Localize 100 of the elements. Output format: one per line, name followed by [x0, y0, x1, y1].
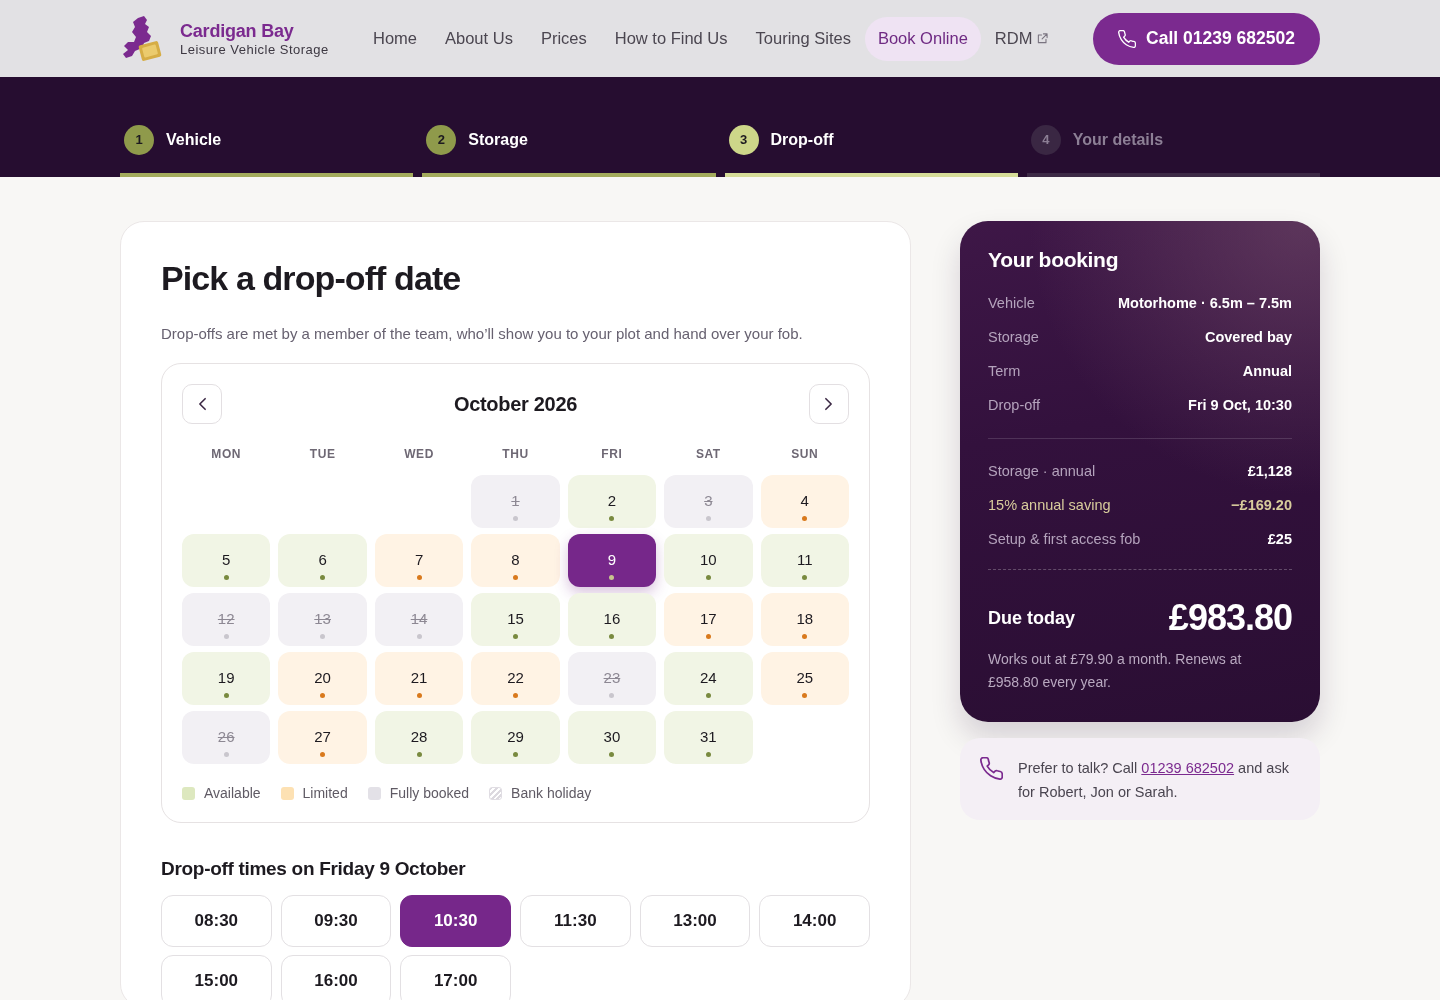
- time-slot-button[interactable]: 08:30: [161, 895, 272, 947]
- phone-link[interactable]: 01239 682502: [1141, 760, 1235, 776]
- calendar-day[interactable]: 15: [471, 593, 560, 646]
- status-dot-icon: [609, 752, 615, 757]
- nav-link[interactable]: How to Find Us: [600, 16, 742, 61]
- price-value: £25: [1267, 530, 1292, 549]
- calendar-day[interactable]: 10: [664, 534, 753, 587]
- status-dot-icon: [416, 693, 422, 698]
- status-dot-icon: [513, 575, 518, 580]
- weekday-label: THU: [502, 447, 529, 461]
- calendar-day[interactable]: 19: [182, 652, 271, 705]
- weekday-label: TUE: [309, 447, 336, 461]
- status-dot-icon: [416, 575, 422, 580]
- status-dot-icon: [320, 752, 326, 757]
- calendar-day[interactable]: 6: [278, 534, 367, 587]
- nav-link[interactable]: Prices: [526, 16, 601, 61]
- calendar-day[interactable]: 7: [374, 534, 464, 587]
- calendar-day[interactable]: 4: [760, 475, 849, 528]
- weekday-label: MON: [211, 447, 242, 461]
- price-value: £1,128: [1247, 462, 1292, 481]
- status-dot-icon: [416, 752, 422, 757]
- time-slot-button[interactable]: 13:00: [639, 895, 751, 947]
- external-link-icon: [1037, 33, 1049, 44]
- status-dot-icon: [513, 693, 518, 698]
- phone-icon: [1118, 29, 1137, 48]
- time-slot-button[interactable]: 10:30: [400, 895, 511, 947]
- calendar-day[interactable]: 29: [471, 711, 560, 764]
- previous-month-button[interactable]: [182, 384, 222, 424]
- due-amount: £983.80: [1168, 596, 1292, 640]
- status-dot-icon: [609, 516, 615, 521]
- calendar-day[interactable]: 24: [664, 652, 753, 705]
- calendar-day[interactable]: 16: [567, 593, 657, 646]
- nav-link[interactable]: Book Online: [864, 16, 981, 61]
- calendar-day[interactable]: 31: [664, 711, 753, 764]
- calendar-day[interactable]: 20: [278, 652, 367, 705]
- brand-name: Cardigan Bay: [180, 19, 295, 42]
- price-label: Setup & first access fob: [988, 530, 1141, 549]
- swatch-icon: [182, 786, 195, 800]
- calendar-day[interactable]: 21: [374, 652, 464, 705]
- calendar-day[interactable]: 22: [471, 652, 560, 705]
- time-slot-button[interactable]: 09:30: [280, 895, 392, 947]
- step-number: 1: [124, 125, 154, 155]
- detail-value: Annual: [1242, 362, 1292, 381]
- time-slot-button[interactable]: 16:00: [280, 955, 392, 1000]
- nav-link[interactable]: RDM: [980, 16, 1063, 61]
- time-slot-button[interactable]: 17:00: [400, 955, 511, 1000]
- weekday-label: SUN: [791, 447, 819, 461]
- calendar-day[interactable]: 25: [760, 652, 849, 705]
- brand-tagline: Leisure Vehicle Storage: [180, 41, 329, 58]
- status-dot-icon: [513, 634, 518, 639]
- status-dot-icon: [223, 693, 229, 698]
- calendar-day[interactable]: 2: [567, 475, 657, 528]
- status-dot-icon: [416, 634, 422, 639]
- step-label: Drop-off: [770, 130, 834, 150]
- step-number: 3: [728, 125, 759, 155]
- legend-label: Limited: [302, 784, 348, 802]
- chevron-left-icon: [198, 398, 206, 410]
- next-month-button[interactable]: [809, 384, 849, 424]
- time-slot-button[interactable]: 14:00: [759, 895, 870, 947]
- calendar-day[interactable]: 9: [567, 534, 657, 587]
- status-dot-icon: [802, 516, 808, 521]
- call-button[interactable]: Call 01239 682502: [1093, 12, 1320, 65]
- calendar-day[interactable]: 17: [664, 593, 753, 646]
- status-dot-icon: [705, 516, 711, 521]
- price-label: 15% annual saving: [988, 496, 1111, 515]
- hatched-swatch-icon: [489, 786, 503, 800]
- step-label: Vehicle: [166, 130, 222, 150]
- calendar-day[interactable]: 18: [760, 593, 849, 646]
- price-value: −£169.20: [1231, 496, 1292, 515]
- step-number: 2: [426, 125, 457, 155]
- calendar-day[interactable]: 8: [471, 534, 560, 587]
- status-dot-icon: [802, 693, 808, 698]
- status-dot-icon: [223, 575, 229, 580]
- swatch-icon: [367, 786, 381, 800]
- phone-icon: [980, 757, 1003, 780]
- calendar-day[interactable]: 28: [374, 711, 464, 764]
- nav-link[interactable]: About Us: [431, 16, 527, 61]
- legend-label: Available: [204, 784, 261, 802]
- status-dot-icon: [223, 752, 229, 757]
- nav-link[interactable]: Touring Sites: [741, 16, 865, 61]
- calendar-day[interactable]: 11: [760, 534, 849, 587]
- status-dot-icon: [320, 575, 326, 580]
- status-dot-icon: [513, 516, 518, 521]
- weekday-label: FRI: [601, 447, 623, 461]
- time-slot-button[interactable]: 15:00: [161, 955, 272, 1000]
- nav-link[interactable]: Home: [359, 16, 431, 61]
- contact-text: Prefer to talk? Call 01239 682502 and ask for Robert, Jon or Sarah.: [1018, 759, 1290, 802]
- detail-label: Drop-off: [988, 396, 1041, 415]
- time-slot-button[interactable]: 11:30: [520, 895, 631, 947]
- step-number: 4: [1030, 125, 1061, 155]
- page-title: Pick a drop-off date: [161, 258, 462, 299]
- detail-value: Fri 9 Oct, 10:30: [1188, 396, 1292, 415]
- status-dot-icon: [320, 634, 326, 639]
- calendar-day[interactable]: 5: [182, 534, 271, 587]
- month-title: October 2026: [453, 392, 578, 417]
- status-dot-icon: [705, 634, 711, 639]
- calendar-day[interactable]: 27: [278, 711, 367, 764]
- status-dot-icon: [705, 752, 711, 757]
- calendar-day[interactable]: 30: [567, 711, 657, 764]
- status-dot-icon: [320, 693, 326, 698]
